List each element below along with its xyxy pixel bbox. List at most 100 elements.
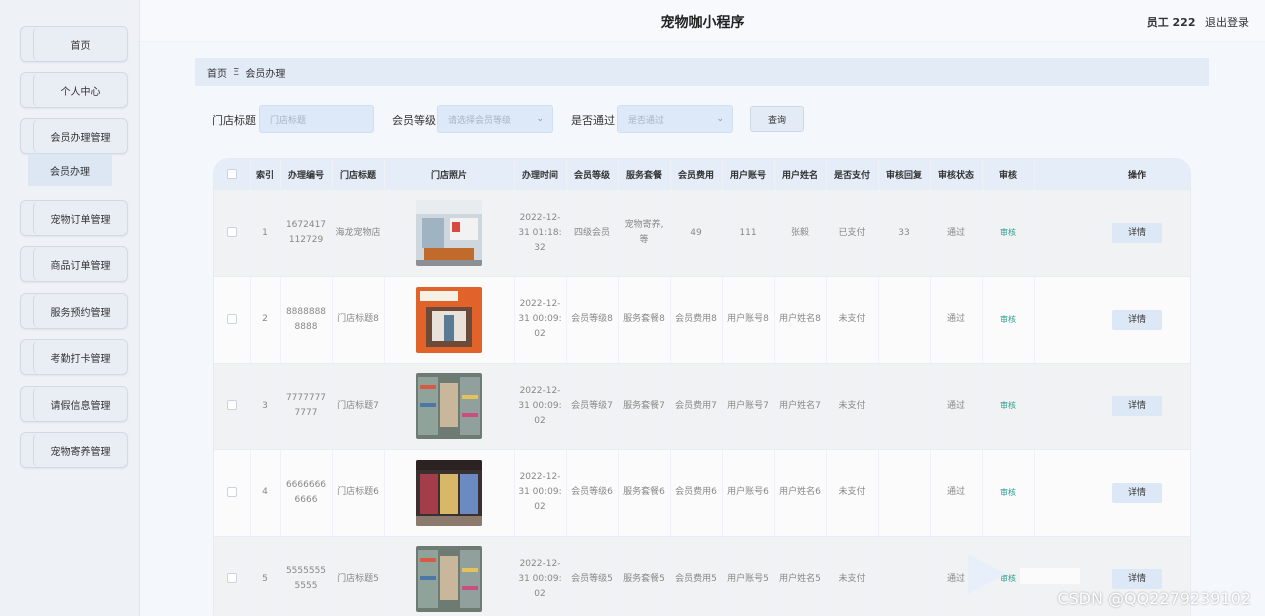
checkbox-icon[interactable]: [226, 400, 237, 411]
member-fee: 49: [670, 190, 723, 277]
checkbox-icon[interactable]: [226, 486, 237, 497]
user-name: 用户姓名8: [774, 276, 827, 364]
audit-status: 通过: [930, 363, 983, 450]
store-title-input[interactable]: 门店标题: [259, 105, 374, 133]
table-header-row: 索引 办理编号 门店标题 门店照片 办理时间 会员等级 服务套餐 会员费用 用户…: [214, 159, 1190, 190]
checkbox-icon[interactable]: [226, 169, 237, 180]
store-title: 门店标题6: [332, 449, 385, 537]
breadcrumb-separator-icon: Ξ: [233, 66, 240, 78]
row-index: 3: [250, 363, 281, 450]
payment-status: 未支付: [826, 363, 879, 450]
logout-link[interactable]: 退出登录: [1205, 16, 1249, 29]
sidebar-item-product-orders[interactable]: 商品订单管理: [20, 246, 128, 282]
application-code: 1672417112729: [280, 190, 333, 277]
user-area: 员工 222 退出登录: [1147, 14, 1249, 30]
approved-select[interactable]: 是否通过 ⌄: [617, 105, 733, 133]
sidebar-item-membership-management[interactable]: 会员办理管理: [20, 118, 128, 154]
audit-cell: 审核: [982, 276, 1035, 364]
user-name: 用户姓名7: [774, 363, 827, 450]
apply-time: 2022-12-31 00:09:02: [514, 449, 567, 537]
member-level-select[interactable]: 请选择会员等级 ⌄: [437, 105, 553, 133]
sidebar-item-label: 宠物寄养管理: [50, 446, 111, 458]
service-package: 服务套餐8: [618, 276, 671, 364]
store-title: 门店标题7: [332, 363, 385, 450]
detail-button[interactable]: 详情: [1112, 396, 1162, 417]
sidebar-item-pet-boarding[interactable]: 宠物寄养管理: [20, 432, 128, 468]
store-title: 海龙宠物店: [332, 190, 385, 277]
member-level: 会员等级7: [566, 363, 619, 450]
user-account: 用户账号5: [722, 536, 775, 616]
sidebar-item-attendance[interactable]: 考勤打卡管理: [20, 339, 128, 375]
sidebar-item-home[interactable]: 首页: [20, 26, 128, 62]
sidebar-item-pet-orders[interactable]: 宠物订单管理: [20, 200, 128, 236]
store-photo: [384, 449, 515, 537]
sidebar-item-label: 服务预约管理: [50, 307, 111, 319]
service-package: 宠物寄养,等: [618, 190, 671, 277]
breadcrumb: 首页 Ξ 会员办理: [195, 58, 1209, 86]
apply-time: 2022-12-31 00:09:02: [514, 276, 567, 364]
store-title: 门店标题8: [332, 276, 385, 364]
row-checkbox[interactable]: [214, 190, 251, 277]
store-photo: [384, 276, 515, 364]
select-all-checkbox[interactable]: [214, 159, 251, 190]
audit-link[interactable]: 审核: [1000, 488, 1016, 497]
row-index: 5: [250, 536, 281, 616]
audit-link[interactable]: 审核: [1000, 315, 1016, 324]
column-header: 审核: [982, 159, 1035, 190]
application-code: 88888888888: [280, 276, 333, 364]
table-row: 2 88888888888 门店标题8 2022-12-31 00:09:02 会员等级…: [214, 276, 1190, 364]
store-photo-image: [416, 459, 482, 526]
payment-status: 未支付: [826, 449, 879, 537]
checkbox-icon[interactable]: [226, 313, 237, 324]
detail-button[interactable]: 详情: [1112, 309, 1162, 330]
sidebar-item-service-booking[interactable]: 服务预约管理: [20, 293, 128, 329]
member-fee: 会员费用5: [670, 536, 723, 616]
payment-status: 已支付: [826, 190, 879, 277]
payment-status: 未支付: [826, 536, 879, 616]
store-photo: [384, 536, 515, 616]
column-header: 门店标题: [332, 159, 385, 190]
actions-cell: 详情: [1034, 190, 1190, 277]
row-checkbox[interactable]: [214, 536, 251, 616]
breadcrumb-current: 会员办理: [245, 68, 286, 80]
row-checkbox[interactable]: [214, 276, 251, 364]
audit-status: 通过: [930, 190, 983, 277]
audit-reply: [878, 536, 931, 616]
checkbox-icon[interactable]: [226, 227, 237, 237]
payment-status: 未支付: [826, 276, 879, 364]
row-checkbox[interactable]: [214, 363, 251, 450]
user-name: 员工 222: [1146, 16, 1196, 29]
column-header: 索引: [250, 159, 281, 190]
audit-link[interactable]: 审核: [1000, 228, 1016, 237]
column-header: 会员费用: [670, 159, 723, 190]
column-header: 审核状态: [930, 159, 983, 190]
watermark-text: CSDN @QQ2279239102: [1057, 589, 1251, 608]
detail-button[interactable]: 详情: [1112, 223, 1162, 243]
actions-cell: 详情: [1034, 363, 1190, 450]
approved-placeholder: 是否通过: [628, 115, 665, 126]
row-checkbox[interactable]: [214, 449, 251, 537]
actions-cell: 详情: [1034, 449, 1190, 537]
detail-button[interactable]: 详情: [1112, 482, 1162, 503]
sidebar-subitem-label: 会员办理: [50, 166, 90, 178]
column-header: 办理编号: [280, 159, 333, 190]
user-account: 用户账号8: [722, 276, 775, 364]
column-header: 服务套餐: [618, 159, 671, 190]
store-photo: [384, 363, 515, 450]
checkbox-icon[interactable]: [226, 573, 237, 584]
search-button[interactable]: 查询: [750, 106, 804, 132]
member-level-label: 会员等级: [392, 114, 436, 127]
sidebar-item-leave[interactable]: 请假信息管理: [20, 386, 128, 422]
sidebar-subitem-membership[interactable]: 会员办理: [28, 154, 112, 186]
sidebar-item-personal-center[interactable]: 个人中心: [20, 72, 128, 108]
audit-link[interactable]: 审核: [1000, 401, 1016, 410]
apply-time: 2022-12-31 01:18:32: [514, 190, 567, 277]
service-package: 服务套餐6: [618, 449, 671, 537]
member-level: 四级会员: [566, 190, 619, 277]
apply-time: 2022-12-31 00:09:02: [514, 363, 567, 450]
table-row: 3 77777777777 门店标题7 2022-12-31 00:09:02 会员等级…: [214, 363, 1190, 450]
column-header: 操作: [1034, 159, 1190, 190]
detail-button[interactable]: 详情: [1112, 569, 1162, 590]
breadcrumb-home[interactable]: 首页: [207, 65, 227, 80]
member-level: 会员等级8: [566, 276, 619, 364]
